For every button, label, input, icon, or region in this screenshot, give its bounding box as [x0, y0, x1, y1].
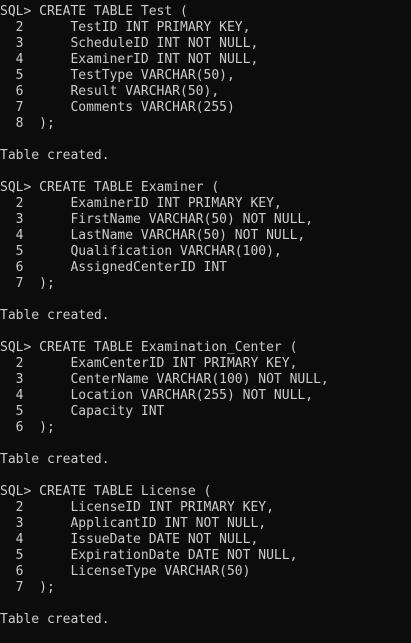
result-message: Table created.: [0, 452, 110, 467]
sql-continuation-line: 7 Comments VARCHAR(255): [0, 100, 235, 115]
sql-continuation-line: 6 );: [0, 420, 55, 435]
sql-continuation-line: 7 );: [0, 276, 55, 291]
sql-command-line: SQL> CREATE TABLE Examiner (: [0, 180, 220, 195]
result-message: Table created.: [0, 308, 110, 323]
sql-continuation-line: 6 AssignedCenterID INT: [0, 260, 227, 275]
sql-statement-block: SQL> CREATE TABLE Examiner ( 2 ExaminerI…: [0, 180, 411, 340]
sql-continuation-line: 5 TestType VARCHAR(50),: [0, 68, 235, 83]
sql-continuation-line: 3 FirstName VARCHAR(50) NOT NULL,: [0, 212, 314, 227]
sql-continuation-line: 5 ExpirationDate DATE NOT NULL,: [0, 548, 298, 563]
sql-continuation-line: 2 LicenseID INT PRIMARY KEY,: [0, 500, 274, 515]
sql-statement-block: SQL> CREATE TABLE Examination_Center ( 2…: [0, 340, 411, 484]
sql-command-line: SQL> CREATE TABLE Examination_Center (: [0, 340, 298, 355]
sql-continuation-line: 3 ScheduleID INT NOT NULL,: [0, 36, 259, 51]
sql-continuation-line: 2 TestID INT PRIMARY KEY,: [0, 20, 251, 35]
sql-continuation-line: 6 LicenseType VARCHAR(50): [0, 564, 251, 579]
sql-continuation-line: 3 CenterName VARCHAR(100) NOT NULL,: [0, 372, 329, 387]
sql-continuation-line: 6 Result VARCHAR(50),: [0, 84, 220, 99]
sql-continuation-line: 2 ExamCenterID INT PRIMARY KEY,: [0, 356, 298, 371]
result-message: Table created.: [0, 148, 110, 163]
sql-statement-block: SQL> CREATE TABLE License ( 2 LicenseID …: [0, 484, 411, 628]
sql-statement-block: SQL> CREATE TABLE Test ( 2 TestID INT PR…: [0, 4, 411, 180]
sql-continuation-line: 2 ExaminerID INT PRIMARY KEY,: [0, 196, 282, 211]
sql-continuation-line: 5 Qualification VARCHAR(100),: [0, 244, 282, 259]
terminal-output[interactable]: SQL> CREATE TABLE Test ( 2 TestID INT PR…: [0, 0, 411, 643]
sql-continuation-line: 4 ExaminerID INT NOT NULL,: [0, 52, 259, 67]
sql-command-line: SQL> CREATE TABLE License (: [0, 484, 212, 499]
sql-continuation-line: 4 Location VARCHAR(255) NOT NULL,: [0, 388, 314, 403]
sql-continuation-line: 4 IssueDate DATE NOT NULL,: [0, 532, 259, 547]
sql-continuation-line: 7 );: [0, 580, 55, 595]
sql-command-line: SQL> CREATE TABLE Test (: [0, 4, 188, 19]
sql-continuation-line: 8 );: [0, 116, 55, 131]
sql-continuation-line: 4 LastName VARCHAR(50) NOT NULL,: [0, 228, 306, 243]
result-message: Table created.: [0, 612, 110, 627]
sql-continuation-line: 5 Capacity INT: [0, 404, 165, 419]
sql-continuation-line: 3 ApplicantID INT NOT NULL,: [0, 516, 267, 531]
